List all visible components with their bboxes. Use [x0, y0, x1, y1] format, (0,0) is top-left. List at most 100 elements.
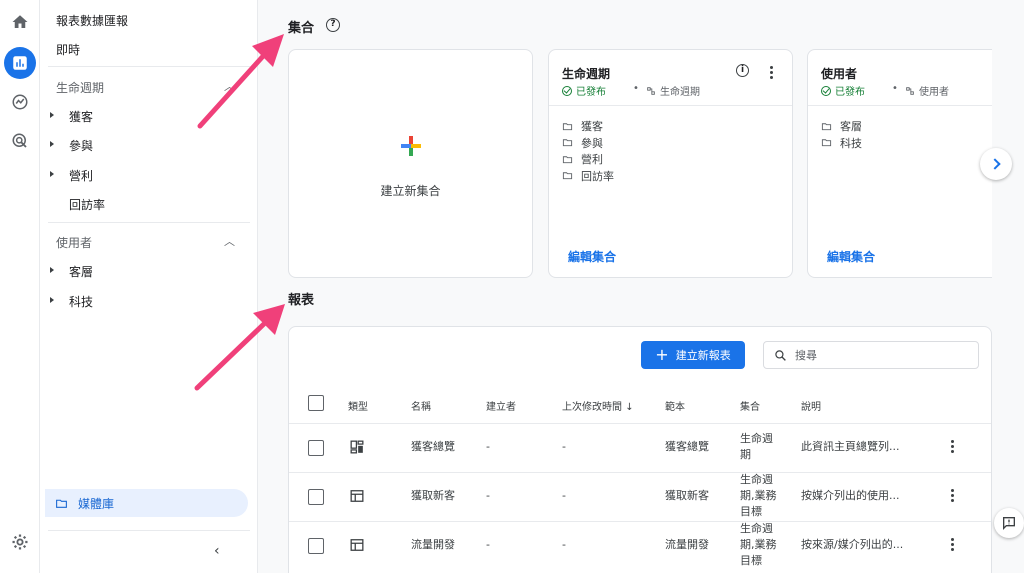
plus-icon: +	[655, 345, 669, 364]
help-icon[interactable]: ?	[326, 18, 340, 32]
chevron-right-icon[interactable]	[980, 148, 1012, 180]
create-collection-card[interactable]: 建立新集合	[288, 49, 533, 278]
search-input[interactable]	[795, 348, 965, 362]
create-collection-label: 建立新集合	[380, 184, 441, 198]
sidebar-item-demographics[interactable]: 客層	[69, 263, 93, 280]
sidebar-section-user[interactable]: 使用者	[56, 234, 92, 251]
arrow-down-icon: ↓	[625, 402, 634, 413]
home-icon[interactable]	[4, 6, 36, 38]
overview-icon	[350, 440, 364, 454]
reports-sidebar: 報表數據匯報 即時 生命週期 ︿ 獲客 參與 營利 回訪率 使用者 ︿ 客層 科…	[40, 0, 258, 573]
sidebar-item-engagement[interactable]: 參與	[69, 137, 93, 154]
nav-rail	[0, 0, 40, 573]
status-badge: 已發布	[562, 83, 606, 98]
expand-triangle-icon[interactable]	[50, 297, 54, 303]
card-item-list: 獲客 參與 營利 回訪率	[562, 118, 614, 184]
feedback-icon[interactable]	[994, 508, 1024, 538]
report-name[interactable]: 獲取新客	[411, 488, 455, 504]
collection-card-user: 使用者 已發布 • 使用者 客層 科技 編輯集合	[807, 49, 992, 278]
column-header-last-modified[interactable]: 上次修改時間 ↓	[562, 398, 634, 413]
sidebar-item-library[interactable]: 媒體庫	[45, 489, 248, 517]
search-box[interactable]	[763, 341, 979, 369]
report-collection: 生命週 期	[740, 432, 773, 461]
list-item: 營利	[562, 151, 614, 168]
report-description: 此資訊主頁總覽列...	[801, 440, 900, 453]
row-checkbox[interactable]	[308, 538, 324, 554]
folder-icon	[562, 172, 573, 180]
explore-icon[interactable]	[4, 86, 36, 118]
report-name[interactable]: 流量開發	[411, 537, 455, 553]
sidebar-item-tech[interactable]: 科技	[69, 293, 93, 310]
report-modified: -	[562, 440, 566, 453]
divider	[808, 105, 992, 106]
list-item: 參與	[562, 135, 614, 152]
create-report-button[interactable]: + 建立新報表	[641, 341, 745, 369]
column-header-name[interactable]: 名稱	[411, 398, 431, 413]
collapse-chevron-left-icon[interactable]: ‹	[214, 543, 220, 559]
column-header-creator[interactable]: 建立者	[486, 398, 516, 413]
report-template: 流量開發	[665, 538, 709, 551]
report-modified: -	[562, 489, 566, 502]
folder-icon	[562, 123, 573, 130]
more-vert-icon[interactable]	[951, 489, 955, 504]
list-item: 科技	[821, 135, 862, 152]
divider	[289, 472, 991, 473]
select-all-checkbox[interactable]	[308, 395, 324, 411]
row-checkbox[interactable]	[308, 440, 324, 456]
template-icon	[647, 86, 655, 95]
expand-triangle-icon[interactable]	[50, 141, 54, 147]
check-circle-icon	[821, 85, 831, 96]
folder-icon	[562, 156, 573, 163]
chevron-up-icon[interactable]: ︿	[224, 78, 235, 94]
settings-gear-icon[interactable]	[4, 526, 36, 558]
expand-triangle-icon[interactable]	[50, 267, 54, 273]
more-vert-icon[interactable]	[951, 440, 955, 455]
sidebar-section-lifecycle[interactable]: 生命週期	[56, 79, 104, 96]
edit-collection-link[interactable]: 編輯集合	[568, 248, 616, 265]
dot-separator: •	[633, 83, 639, 94]
edit-collection-link[interactable]: 編輯集合	[827, 248, 875, 265]
report-description: 按媒介列出的使用...	[801, 489, 900, 502]
chevron-up-icon[interactable]: ︿	[224, 233, 235, 249]
sidebar-item-monetization[interactable]: 營利	[69, 167, 93, 184]
column-header-type[interactable]: 類型	[348, 398, 368, 413]
sidebar-item-acquisition[interactable]: 獲客	[69, 108, 93, 125]
list-item: 回訪率	[562, 168, 614, 185]
folder-icon	[821, 123, 832, 130]
report-collection: 生命週 期,業務 目標	[740, 522, 777, 567]
column-header-template[interactable]: 範本	[665, 398, 685, 413]
collection-card-lifecycle: 生命週期 i 已發布 • 生命週期 獲客 參與 營利 回訪率 編輯集合	[548, 49, 793, 278]
expand-triangle-icon[interactable]	[50, 171, 54, 177]
more-vert-icon[interactable]	[951, 538, 955, 553]
advertising-icon[interactable]	[4, 125, 36, 157]
row-checkbox[interactable]	[308, 489, 324, 505]
more-vert-icon[interactable]	[770, 66, 774, 81]
card-title: 使用者	[821, 67, 858, 81]
sidebar-item-snapshot[interactable]: 報表數據匯報	[56, 12, 128, 29]
library-label: 媒體庫	[78, 496, 115, 511]
reports-icon[interactable]	[4, 47, 36, 79]
column-header-description[interactable]: 說明	[801, 398, 821, 413]
expand-triangle-icon[interactable]	[50, 112, 54, 118]
column-header-collection[interactable]: 集合	[740, 398, 760, 413]
divider	[48, 222, 250, 223]
card-item-list: 客層 科技	[821, 118, 862, 151]
sidebar-item-realtime[interactable]: 即時	[56, 41, 80, 58]
divider	[48, 530, 250, 531]
sidebar-item-retention[interactable]: 回訪率	[69, 196, 105, 213]
folder-icon	[562, 139, 573, 147]
collections-title: 集合	[288, 21, 315, 36]
report-creator: -	[486, 440, 490, 453]
report-name[interactable]: 獲客總覽	[411, 439, 455, 455]
status-badge: 已發布	[821, 83, 865, 98]
template-icon	[906, 86, 914, 95]
collection-card-user-clip: 使用者 已發布 • 使用者 客層 科技 編輯集合	[807, 49, 992, 278]
template-label: 生命週期	[646, 83, 700, 98]
report-template: 獲客總覽	[665, 440, 709, 453]
list-item: 獲客	[562, 118, 614, 135]
report-creator: -	[486, 538, 490, 551]
card-title: 生命週期	[562, 67, 611, 81]
dot-separator: •	[892, 83, 898, 94]
report-creator: -	[486, 489, 490, 502]
info-icon[interactable]: i	[736, 64, 749, 77]
